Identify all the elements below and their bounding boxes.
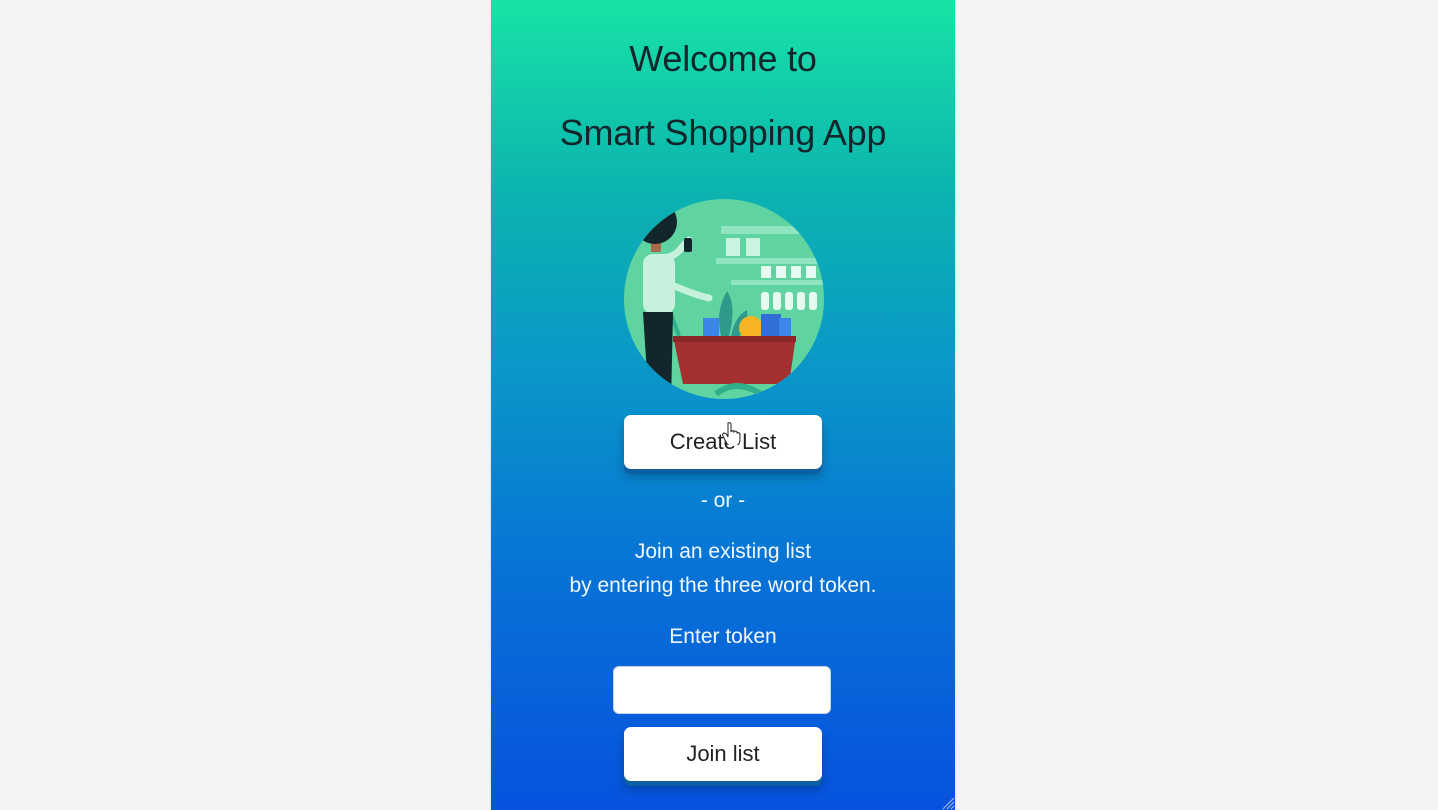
- token-label: Enter token: [669, 625, 777, 648]
- resize-grip-icon[interactable]: [939, 794, 955, 810]
- or-separator: - or -: [700, 489, 746, 512]
- welcome-title-line2: Smart Shopping App: [559, 112, 887, 153]
- join-instructions-line2: by entering the three word token.: [569, 574, 877, 597]
- create-list-button[interactable]: Create List: [624, 415, 822, 469]
- token-input[interactable]: [613, 666, 831, 714]
- join-instructions-line1: Join an existing list: [634, 540, 812, 563]
- welcome-title-line1: Welcome to: [629, 38, 817, 79]
- join-list-button[interactable]: Join list: [624, 727, 822, 781]
- app-screen: Welcome to Smart Shopping App Create Lis…: [491, 0, 955, 810]
- shopping-illustration: [624, 199, 824, 399]
